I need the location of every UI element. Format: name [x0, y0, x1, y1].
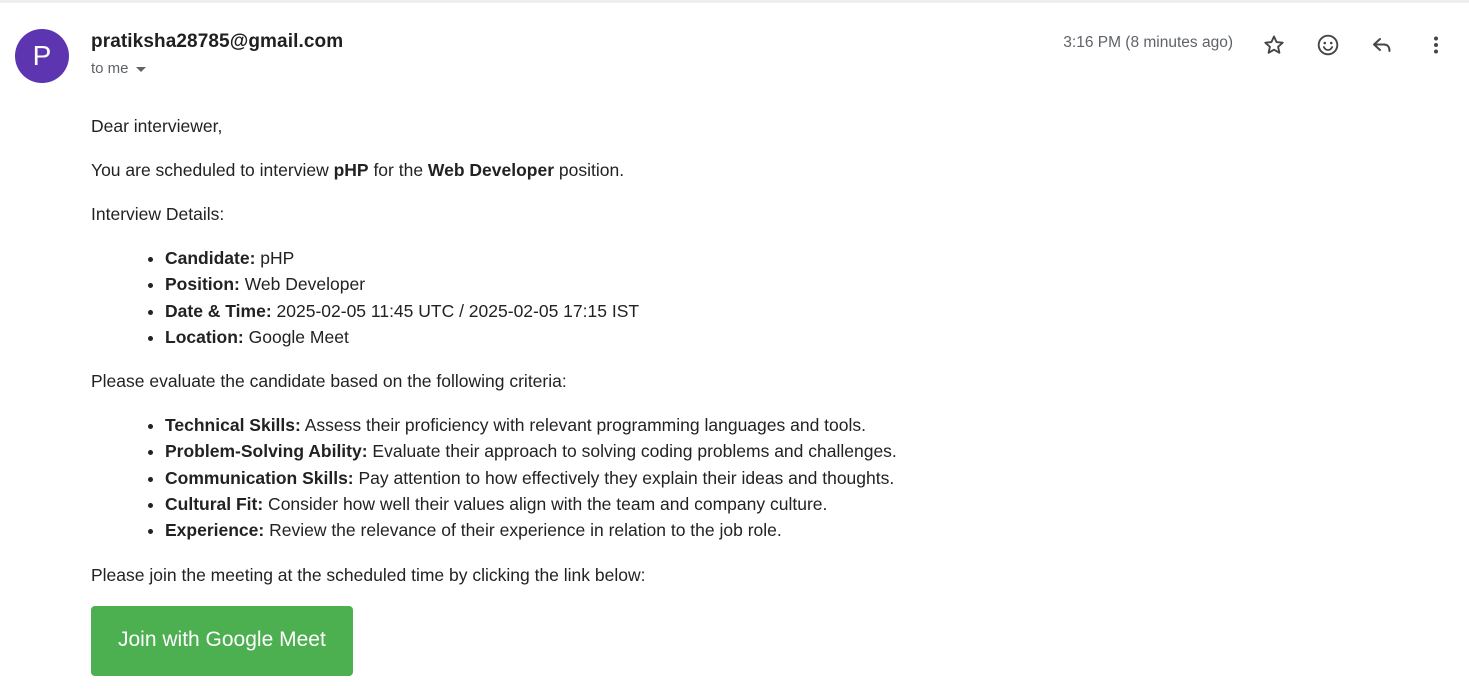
list-item: Communication Skills: Pay attention to h… [165, 465, 1291, 491]
detail-label: Position: [165, 274, 240, 295]
detail-value: Google Meet [243, 326, 349, 347]
sender-address[interactable]: pratiksha28785@gmail.com [91, 31, 343, 53]
criteria-label: Cultural Fit: [165, 494, 264, 515]
criteria-label: Experience: [165, 520, 265, 541]
list-item: Candidate: pHP [165, 245, 1291, 271]
react-button[interactable] [1313, 30, 1343, 60]
list-item: Location: Google Meet [165, 324, 1291, 350]
detail-value: Web Developer [239, 274, 366, 295]
chevron-down-icon[interactable] [135, 67, 146, 72]
criteria-label: Technical Skills: [165, 415, 301, 436]
join-google-meet-button[interactable]: Join with Google Meet [91, 605, 353, 676]
criteria-value: Review the relevance of their experience… [264, 520, 782, 541]
timestamp: 3:16 PM (8 minutes ago) [1063, 34, 1233, 51]
criteria-value: Consider how well their values align wit… [263, 494, 828, 515]
intro-paragraph: You are scheduled to interview pHP for t… [91, 157, 1291, 183]
message-body: Dear interviewer, You are scheduled to i… [91, 113, 1291, 676]
list-item: Experience: Review the relevance of thei… [165, 517, 1291, 543]
detail-label: Date & Time: [165, 300, 272, 321]
detail-value: pHP [255, 248, 295, 268]
detail-value: 2025-02-05 11:45 UTC / 2025-02-05 17:15 … [271, 300, 640, 321]
more-vert-icon [1434, 36, 1438, 54]
list-item: Date & Time: 2025-02-05 11:45 UTC / 2025… [165, 298, 1291, 324]
more-options-button[interactable] [1421, 30, 1451, 60]
criteria-label: Problem-Solving Ability: [165, 441, 368, 462]
list-item: Position: Web Developer [165, 271, 1291, 297]
list-item: Technical Skills: Assess their proficien… [165, 412, 1291, 438]
intro-candidate: pHP [333, 160, 369, 180]
detail-label: Candidate: [165, 248, 256, 268]
intro-position: Web Developer [427, 160, 555, 180]
join-instructions: Please join the meeting at the scheduled… [91, 564, 646, 585]
recipient-toggle[interactable]: to me [91, 60, 146, 77]
avatar[interactable]: P [15, 29, 69, 83]
criteria-label: Communication Skills: [165, 467, 354, 488]
intro-suffix: position. [554, 160, 625, 180]
criteria-heading: Please evaluate the candidate based on t… [91, 371, 567, 392]
criteria-value: Evaluate their approach to solving codin… [367, 441, 897, 462]
email-view: P pratiksha28785@gmail.com to me 3:16 PM… [0, 0, 1469, 699]
reply-icon [1373, 38, 1391, 52]
emoji-icon [1317, 34, 1339, 56]
intro-prefix: You are scheduled to interview [91, 160, 334, 180]
intro-middle: for the [368, 160, 428, 180]
details-heading: Interview Details: [91, 204, 225, 224]
star-icon [1264, 35, 1284, 54]
detail-label: Location: [165, 326, 244, 347]
criteria-value: Pay attention to how effectively they ex… [353, 467, 895, 488]
list-item: Cultural Fit: Consider how well their va… [165, 491, 1291, 517]
reply-button[interactable] [1367, 30, 1397, 60]
greeting: Dear interviewer, [91, 116, 223, 136]
criteria-list: Technical Skills: Assess their proficien… [91, 412, 1291, 543]
star-button[interactable] [1259, 30, 1289, 60]
list-item: Problem-Solving Ability: Evaluate their … [165, 438, 1291, 464]
details-list: Candidate: pHP Position: Web Developer D… [91, 245, 1291, 350]
criteria-value: Assess their proficiency with relevant p… [300, 415, 866, 436]
recipient-label: to me [91, 60, 129, 77]
